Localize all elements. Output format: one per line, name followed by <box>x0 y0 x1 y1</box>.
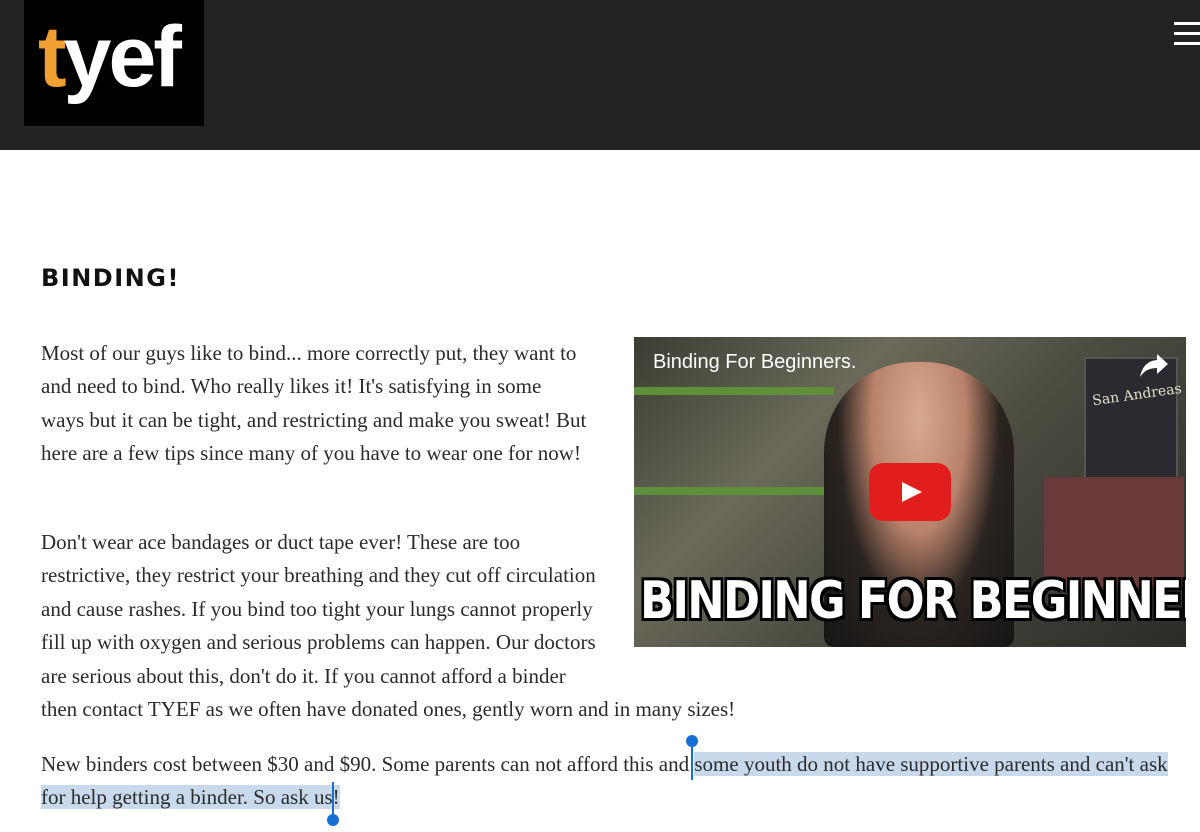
video-title[interactable]: Binding For Beginners. <box>653 351 856 374</box>
selection-handle-end[interactable] <box>327 814 339 826</box>
cost-paragraph: New binders cost between $30 and $90. So… <box>41 748 1191 815</box>
site-logo[interactable]: tyef <box>24 0 204 126</box>
logo-rest: yef <box>63 9 182 105</box>
video-embed[interactable]: San Andreas Binding For Beginners. BINDI… <box>634 337 1186 647</box>
play-icon[interactable] <box>869 463 951 521</box>
logo-text: tyef <box>38 14 182 100</box>
cost-paragraph-text: New binders cost between $30 and $90. So… <box>41 752 695 776</box>
page-title: BINDING! <box>41 264 180 292</box>
tips-paragraph-text: Don't wear ace bandages or duct tape eve… <box>41 530 596 688</box>
video-caption: BINDING FOR BEGINNERS <box>640 571 1186 631</box>
share-arrow-icon[interactable] <box>1139 351 1169 379</box>
hamburger-menu-icon[interactable] <box>1174 22 1200 46</box>
intro-paragraph: Most of our guys like to bind... more co… <box>41 341 587 466</box>
logo-accent-letter: t <box>38 9 67 105</box>
selection-handle-start[interactable] <box>686 735 698 747</box>
selection-caret-start <box>691 746 693 780</box>
selection-caret-end <box>332 782 334 816</box>
site-header: tyef <box>0 0 1200 150</box>
tips-paragraph-end: then contact TYEF as we often have donat… <box>41 697 736 722</box>
